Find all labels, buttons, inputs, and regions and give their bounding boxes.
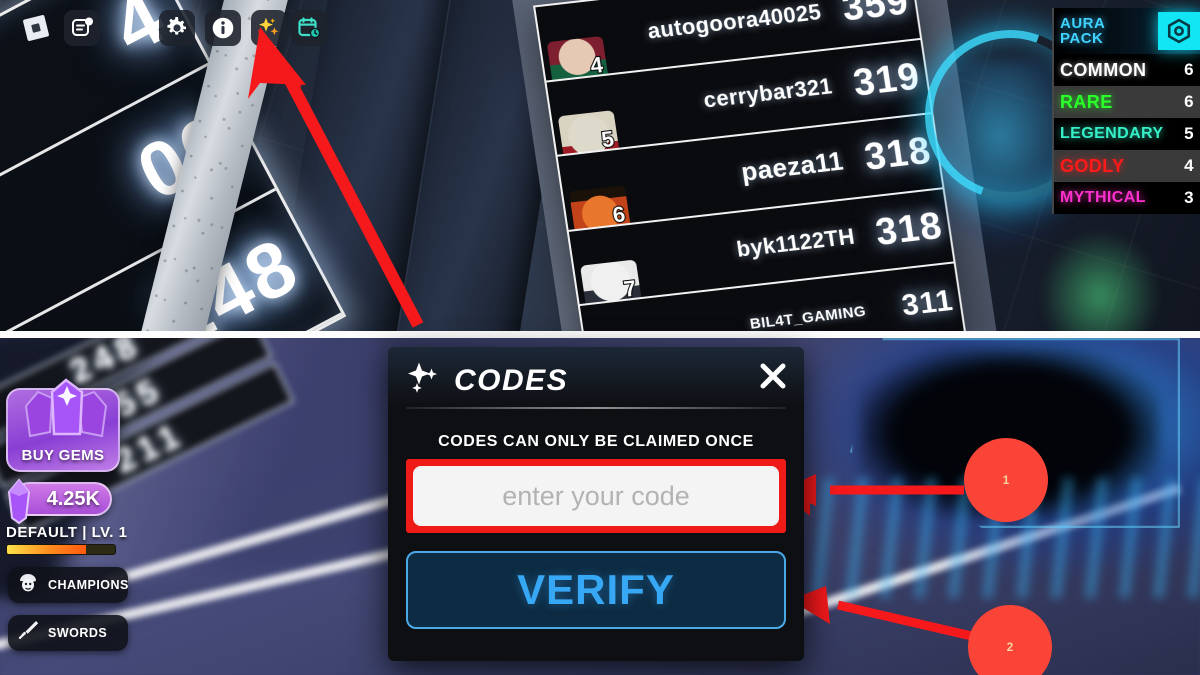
swords-label: SWORDS (48, 626, 108, 640)
aura-rarity-label: COMMON (1060, 59, 1147, 80)
sparkles-icon (406, 361, 444, 402)
leaderboard: 4 autogoora40025 359 5 cerrybar321 319 6… (533, 0, 967, 331)
leaderboard-score: 359 (839, 0, 912, 30)
leaderboard-player-name: autogoora40025 (645, 0, 823, 44)
sparkles-codes-icon[interactable] (251, 10, 287, 46)
leaderboard-score: 311 (899, 284, 956, 323)
aura-rarity-value: 3 (1184, 188, 1194, 207)
modal-divider (406, 407, 786, 409)
hexagon-aura-icon (1158, 12, 1200, 50)
leaderboard-score: 318 (872, 204, 946, 254)
xp-progress-fill (7, 545, 86, 554)
aura-rarity-value: 6 (1184, 92, 1194, 111)
aura-pack-title-line2: PACK (1060, 30, 1104, 47)
gear-icon[interactable] (159, 10, 195, 46)
aura-rarity-value: 5 (1184, 124, 1194, 143)
game-toolbar (0, 0, 340, 56)
aura-row-rare: RARE 6 (1054, 86, 1200, 118)
gem-count-value: 4.25K (46, 487, 100, 510)
champion-head-icon (16, 571, 40, 600)
modal-header: CODES (388, 347, 804, 403)
codes-modal: CODES CODES CAN ONLY BE CLAIMED ONCE VER… (388, 347, 804, 661)
modal-subtitle: CODES CAN ONLY BE CLAIMED ONCE (438, 433, 754, 450)
verify-button[interactable]: VERIFY (406, 551, 786, 629)
aura-pack-panel: AURA PACK COMMON 6 RARE 6 LEGENDARY 5 GO… (1052, 8, 1200, 214)
gems-cluster-icon (12, 376, 118, 457)
modal-title: CODES (454, 364, 569, 397)
aura-rarity-label: MYTHICAL (1060, 189, 1146, 206)
leaderboard-player-name: cerrybar321 (701, 73, 835, 114)
leaderboard-player-name: byk1122TH (734, 223, 857, 262)
panel-separator (0, 331, 1200, 338)
aura-rarity-value: 6 (1184, 60, 1194, 79)
champions-button[interactable]: CHAMPIONS (8, 567, 128, 603)
leaderboard-player-name: BIL4T_GAMING (748, 302, 868, 331)
aura-pack-header: AURA PACK (1054, 8, 1200, 54)
xp-progress-bar (6, 544, 116, 555)
swords-button[interactable]: SWORDS (8, 615, 128, 651)
info-icon[interactable] (205, 10, 241, 46)
close-icon[interactable] (756, 359, 790, 393)
aura-row-legendary: LEGENDARY 5 (1054, 118, 1200, 150)
aura-pack-title-line1: AURA (1060, 15, 1106, 32)
aura-row-common: COMMON 6 (1054, 54, 1200, 86)
leaderboard-player-name: paeza11 (739, 146, 846, 188)
screenshot-root: 4 00 248 4 autogoora40025 359 5 cerrybar… (0, 0, 1200, 675)
neon-green-glow (1040, 230, 1160, 331)
aura-rarity-label: LEGENDARY (1060, 125, 1164, 142)
code-input[interactable] (413, 466, 779, 526)
sword-icon (16, 619, 40, 648)
buy-gems-label: BUY GEMS (21, 447, 105, 464)
gem-icon (4, 478, 34, 529)
aura-rarity-label: RARE (1060, 91, 1113, 112)
roblox-logo-icon[interactable] (18, 10, 54, 46)
aura-rarity-value: 4 (1184, 156, 1194, 175)
player-hud: BUY GEMS 4.25K DEFAULT | LV. 1 CHAMPIONS… (0, 378, 150, 651)
aura-rarity-label: GODLY (1060, 155, 1125, 176)
buy-gems-button[interactable]: BUY GEMS (6, 378, 120, 472)
step-marker-1: 1 (964, 438, 1048, 522)
leaderboard-score: 318 (861, 130, 934, 180)
gem-count-display: 4.25K (7, 478, 112, 525)
calendar-clock-icon[interactable] (291, 10, 327, 46)
aura-row-godly: GODLY 4 (1054, 150, 1200, 182)
champions-label: CHAMPIONS (48, 578, 129, 592)
leaderboard-score: 319 (850, 55, 923, 105)
chat-icon[interactable] (64, 10, 100, 46)
code-input-highlight (406, 459, 786, 533)
aura-row-mythical: MYTHICAL 3 (1054, 182, 1200, 214)
top-gameplay-panel: 4 00 248 4 autogoora40025 359 5 cerrybar… (0, 0, 1200, 331)
